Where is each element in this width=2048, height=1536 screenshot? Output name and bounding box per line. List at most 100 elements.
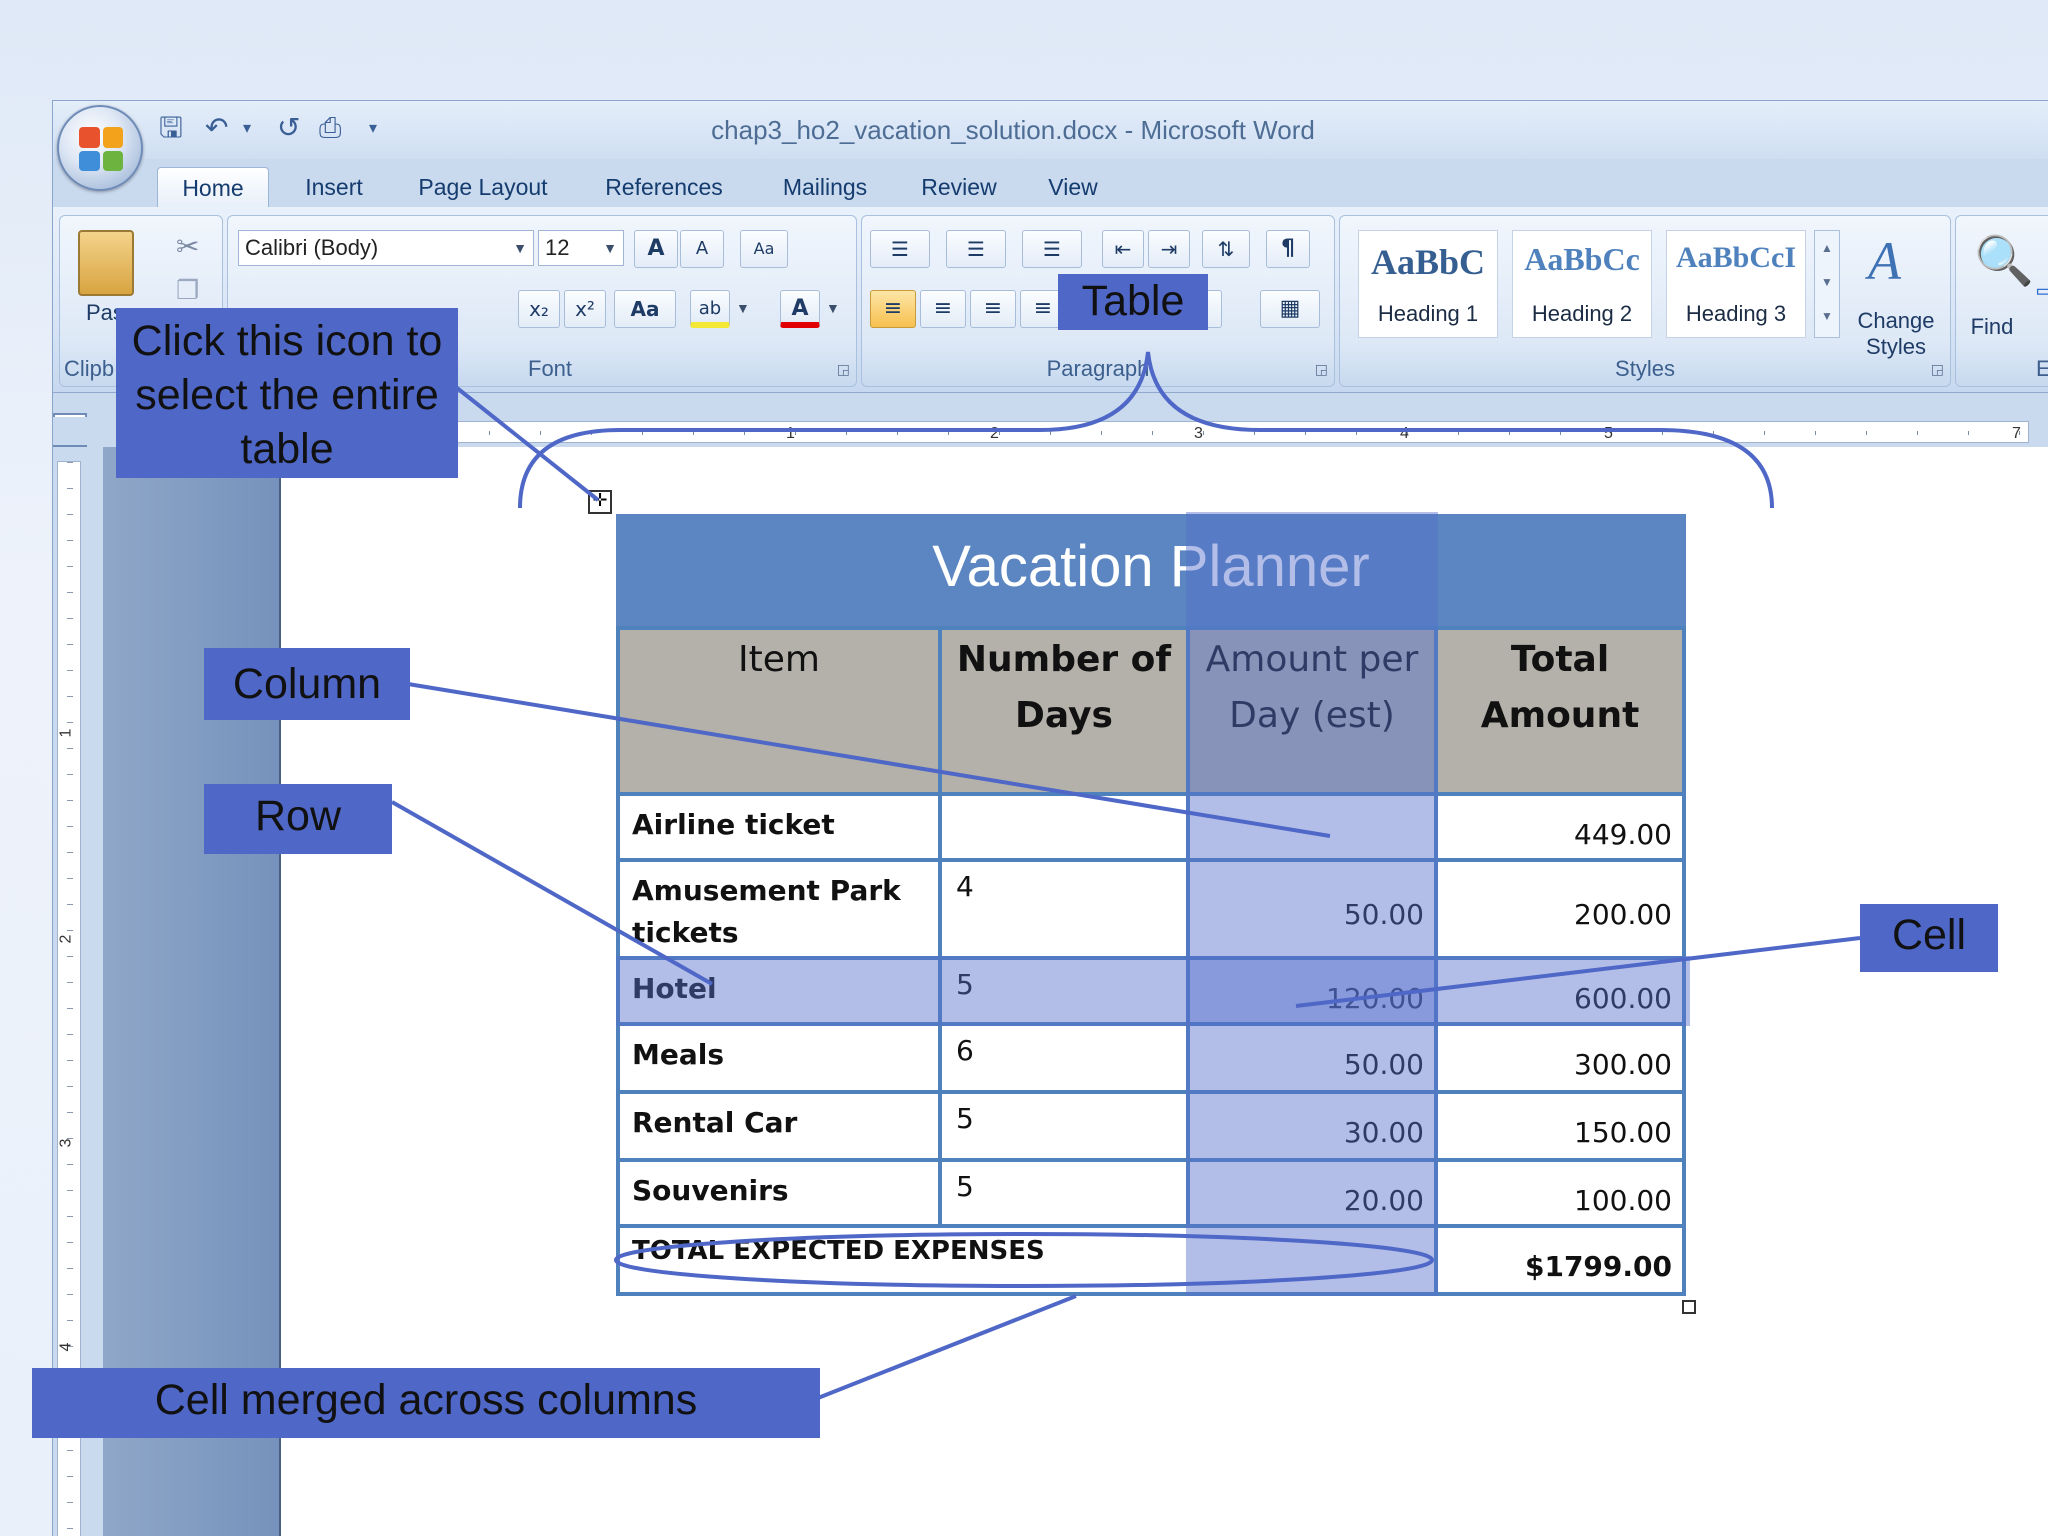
font-size-field[interactable]: 12 ▼ bbox=[538, 230, 624, 266]
highlight-button[interactable]: ab bbox=[690, 290, 730, 328]
table-resize-handle[interactable] bbox=[1682, 1300, 1696, 1314]
ruler-number: 5 bbox=[1604, 425, 1613, 442]
chevron-down-icon[interactable]: ▼ bbox=[736, 300, 750, 316]
copy-icon[interactable]: ❐ bbox=[176, 276, 199, 306]
find-button[interactable]: Find bbox=[1962, 314, 2022, 340]
decrease-indent-button[interactable]: ⇤ bbox=[1102, 230, 1144, 268]
tab-mailings[interactable]: Mailings bbox=[755, 167, 895, 207]
table-move-handle-icon[interactable]: ✛ bbox=[588, 490, 612, 514]
sort-button[interactable]: ⇅ bbox=[1202, 230, 1250, 268]
table-cell-total[interactable]: 100.00 bbox=[1434, 1158, 1686, 1228]
ruler-number: 1 bbox=[786, 425, 795, 442]
shrink-font-button[interactable]: A bbox=[680, 230, 724, 268]
tab-view[interactable]: View bbox=[1021, 167, 1125, 207]
font-color-button[interactable]: A bbox=[780, 290, 820, 328]
chevron-down-icon[interactable]: ▼ bbox=[826, 300, 840, 316]
editing-group: 🔍 Find ⇨ Editin bbox=[1955, 215, 2048, 387]
tab-home[interactable]: Home bbox=[157, 167, 269, 207]
vacation-table[interactable]: Vacation Planner Item Number of Days Amo… bbox=[588, 490, 1696, 1314]
header-total[interactable]: Total Amount bbox=[1434, 626, 1686, 796]
clear-formatting-button[interactable]: Aa bbox=[740, 230, 788, 268]
dialog-launcher-icon[interactable]: ◲ bbox=[1931, 361, 1944, 378]
style-heading-1[interactable]: AaBbC Heading 1 bbox=[1358, 230, 1498, 338]
callout-column: Column bbox=[204, 648, 410, 720]
tab-references[interactable]: References bbox=[573, 167, 755, 207]
style-name-label: Heading 1 bbox=[1377, 301, 1479, 326]
callout-row: Row bbox=[204, 784, 392, 854]
tab-insert[interactable]: Insert bbox=[279, 167, 389, 207]
font-size-value: 12 bbox=[545, 235, 570, 260]
callout-merged-cell: Cell merged across columns bbox=[32, 1368, 820, 1438]
undo-icon[interactable]: ↶ bbox=[205, 111, 228, 145]
change-case-button[interactable]: Aa bbox=[614, 290, 676, 328]
table-cell-days[interactable]: 4 bbox=[938, 858, 1190, 960]
table-cell-total[interactable]: 449.00 bbox=[1434, 792, 1686, 862]
superscript-button[interactable]: x² bbox=[564, 290, 606, 328]
cut-icon[interactable]: ✂ bbox=[176, 230, 199, 263]
window-title: chap3_ho2_vacation_solution.docx - Micro… bbox=[711, 115, 1315, 145]
tab-page-layout[interactable]: Page Layout bbox=[393, 167, 573, 207]
save-icon[interactable]: 🖫 bbox=[159, 111, 183, 145]
table-cell-days[interactable]: 6 bbox=[938, 1022, 1190, 1094]
table-cell-item[interactable]: Meals bbox=[616, 1022, 942, 1094]
quick-print-icon[interactable]: ⎙ bbox=[319, 111, 341, 145]
multilevel-list-button[interactable]: ☰ bbox=[1022, 230, 1082, 268]
ruler-number: 3 bbox=[57, 1138, 75, 1148]
align-right-button[interactable]: ≡ bbox=[970, 290, 1016, 328]
style-heading-2[interactable]: AaBbCc Heading 2 bbox=[1512, 230, 1652, 338]
chevron-down-icon[interactable]: ▼ bbox=[603, 231, 617, 265]
style-sample-text: AaBbCcI bbox=[1675, 241, 1796, 274]
dialog-launcher-icon[interactable]: ◲ bbox=[1315, 361, 1328, 378]
replace-icon[interactable]: ⇨ bbox=[2036, 276, 2048, 307]
show-formatting-button[interactable]: ¶ bbox=[1266, 230, 1310, 268]
find-icon[interactable]: 🔍 bbox=[1974, 232, 2034, 289]
numbering-button[interactable]: ☰ bbox=[946, 230, 1006, 268]
office-button[interactable] bbox=[57, 105, 143, 191]
table-cell-days[interactable] bbox=[938, 792, 1190, 862]
table-cell-days[interactable]: 5 bbox=[938, 1158, 1190, 1228]
subscript-button[interactable]: x₂ bbox=[518, 290, 560, 328]
column-highlight bbox=[1186, 512, 1438, 1296]
chevron-down-icon[interactable]: ▼ bbox=[513, 231, 527, 265]
paste-icon[interactable] bbox=[78, 230, 134, 296]
borders-button[interactable]: ▦ bbox=[1260, 290, 1320, 328]
table-cell-grand-total[interactable]: $1799.00 bbox=[1434, 1224, 1686, 1296]
style-heading-3[interactable]: AaBbCcI Heading 3 bbox=[1666, 230, 1806, 338]
ruler-number: 2 bbox=[57, 934, 75, 944]
table-cell-item[interactable]: Airline ticket bbox=[616, 792, 942, 862]
style-sample-text: AaBbC bbox=[1370, 242, 1486, 282]
header-item[interactable]: Item bbox=[616, 626, 942, 796]
styles-group: AaBbC Heading 1 AaBbCc Heading 2 AaBbCcI… bbox=[1339, 215, 1951, 387]
undo-dropdown-icon[interactable]: ▾ bbox=[243, 111, 251, 145]
callout-table: Table bbox=[1058, 274, 1208, 330]
dialog-launcher-icon[interactable]: ◲ bbox=[837, 361, 850, 378]
redo-icon[interactable]: ↺ bbox=[277, 111, 300, 145]
styles-scroll[interactable]: ▲ ▼ ▼ bbox=[1814, 230, 1840, 338]
ribbon-tabs: Home Insert Page Layout References Maili… bbox=[53, 159, 2048, 207]
align-left-button[interactable]: ≡ bbox=[870, 290, 916, 328]
ruler-number: 7 bbox=[2012, 425, 2021, 442]
customize-toolbar-icon[interactable]: ▾ bbox=[369, 111, 377, 145]
callout-select-table: Click this icon to select the entire tab… bbox=[116, 308, 458, 478]
ruler-number: 3 bbox=[1194, 425, 1203, 442]
header-days[interactable]: Number of Days bbox=[938, 626, 1190, 796]
table-cell-item[interactable]: Rental Car bbox=[616, 1090, 942, 1162]
table-cell-item[interactable]: Amusement Park tickets bbox=[616, 858, 942, 960]
font-name-value: Calibri (Body) bbox=[245, 235, 379, 260]
table-cell-total[interactable]: 200.00 bbox=[1434, 858, 1686, 960]
table-title[interactable]: Vacation Planner bbox=[616, 514, 1686, 626]
align-center-button[interactable]: ≡ bbox=[920, 290, 966, 328]
tab-review[interactable]: Review bbox=[899, 167, 1019, 207]
style-name-label: Heading 2 bbox=[1531, 301, 1633, 326]
increase-indent-button[interactable]: ⇥ bbox=[1148, 230, 1190, 268]
change-styles-icon[interactable]: A bbox=[1868, 230, 1901, 292]
title-bar: chap3_ho2_vacation_solution.docx - Micro… bbox=[53, 101, 2048, 159]
font-name-field[interactable]: Calibri (Body) ▼ bbox=[238, 230, 534, 266]
change-styles-button[interactable]: Change Styles bbox=[1846, 308, 1946, 360]
table-cell-total[interactable]: 300.00 bbox=[1434, 1022, 1686, 1094]
table-cell-item[interactable]: Souvenirs bbox=[616, 1158, 942, 1228]
bullets-button[interactable]: ☰ bbox=[870, 230, 930, 268]
table-cell-days[interactable]: 5 bbox=[938, 1090, 1190, 1162]
grow-font-button[interactable]: A bbox=[634, 230, 678, 268]
table-cell-total[interactable]: 150.00 bbox=[1434, 1090, 1686, 1162]
